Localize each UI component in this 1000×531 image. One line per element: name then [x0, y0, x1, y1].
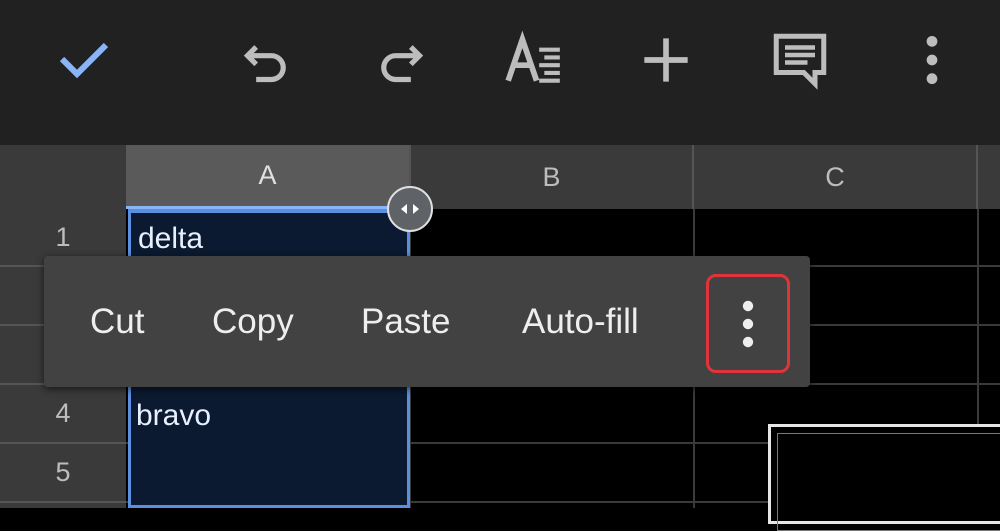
- cell-a4[interactable]: bravo: [136, 399, 211, 433]
- selection-top-border: [128, 209, 410, 213]
- cell-a1[interactable]: delta: [138, 222, 203, 256]
- text-format-button[interactable]: [496, 22, 572, 98]
- column-header-a[interactable]: A: [126, 145, 411, 209]
- select-all-corner[interactable]: [0, 145, 126, 209]
- column-header-c[interactable]: C: [694, 145, 978, 209]
- undo-button[interactable]: [229, 22, 305, 98]
- copy-menu-item[interactable]: Copy: [212, 256, 294, 387]
- column-header-b[interactable]: B: [411, 145, 694, 209]
- top-toolbar: [0, 0, 1000, 145]
- column-resize-handle[interactable]: [387, 186, 433, 232]
- insert-button[interactable]: [628, 22, 704, 98]
- undo-icon: [243, 45, 286, 83]
- cut-menu-item[interactable]: Cut: [90, 256, 144, 387]
- column-header-d[interactable]: [978, 145, 1000, 209]
- auto-fill-menu-item[interactable]: Auto-fill: [522, 256, 639, 387]
- paste-menu-item[interactable]: Paste: [361, 256, 451, 387]
- text-format-icon: [505, 30, 560, 83]
- more-vert-icon: [926, 35, 938, 85]
- more-vert-icon: [742, 300, 754, 347]
- comment-button[interactable]: [762, 22, 838, 98]
- row-header-4[interactable]: 4: [0, 385, 126, 444]
- floating-panel[interactable]: [768, 424, 1000, 531]
- redo-button[interactable]: [362, 22, 438, 98]
- floating-panel-inner: [777, 433, 1000, 531]
- row-header-6[interactable]: [0, 503, 126, 508]
- context-menu-more-button[interactable]: [706, 274, 790, 373]
- check-icon: [59, 42, 109, 79]
- plus-icon: [644, 38, 688, 82]
- redo-icon: [381, 45, 424, 83]
- comment-icon: [773, 33, 827, 90]
- column-header-row: A B C: [0, 145, 1000, 209]
- confirm-button[interactable]: [46, 22, 122, 98]
- resize-arrows-icon: [401, 204, 419, 214]
- more-options-button[interactable]: [894, 22, 970, 98]
- row-header-5[interactable]: 5: [0, 444, 126, 503]
- context-menu: Cut Copy Paste Auto-fill: [44, 256, 810, 387]
